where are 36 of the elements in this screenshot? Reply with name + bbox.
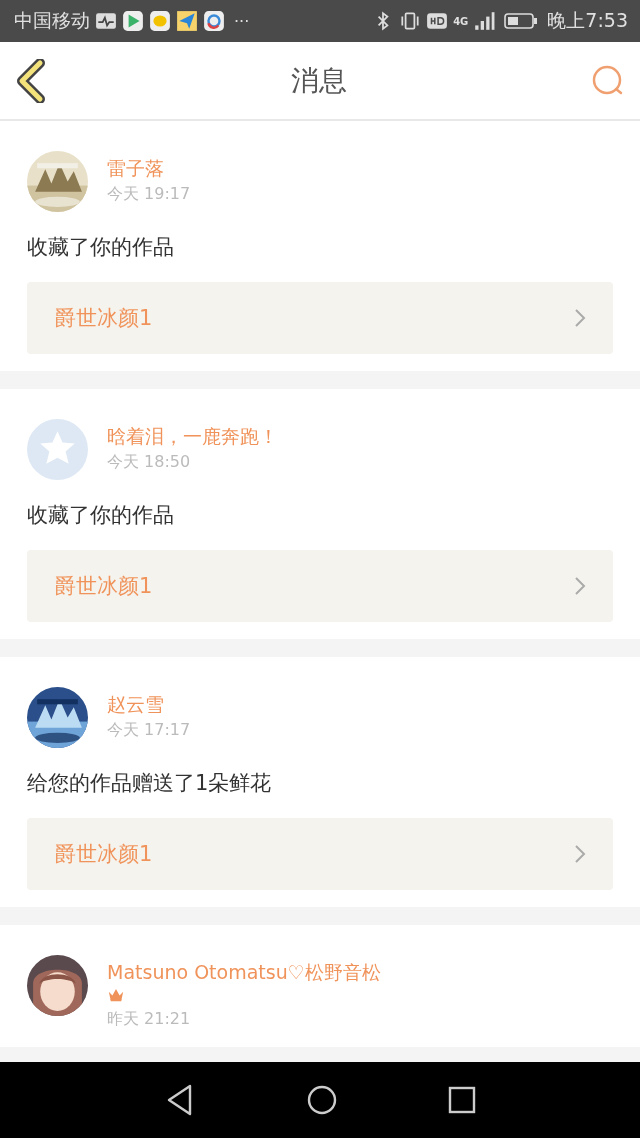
chevron-right-icon: [573, 575, 587, 597]
message-text: 给您的作品赠送了1朵鲜花: [27, 770, 273, 797]
default-avatar-icon: [27, 419, 88, 480]
clock-label: 晚上7:53: [547, 8, 628, 33]
chevron-right-icon: [573, 307, 587, 329]
home-icon[interactable]: [306, 1084, 338, 1116]
pulse-icon: [95, 10, 117, 32]
timestamp: 今天 18:50: [107, 452, 191, 473]
user-name[interactable]: 赵云雪: [107, 691, 164, 717]
user-name[interactable]: Matsuno Otomatsu♡松野音松: [107, 959, 381, 985]
timestamp: 昨天 21:21: [107, 1009, 191, 1030]
work-link[interactable]: 爵世冰颜1: [27, 818, 613, 890]
battery-icon: [504, 12, 539, 30]
timestamp: 今天 19:17: [107, 184, 191, 205]
work-link[interactable]: 爵世冰颜1: [27, 550, 613, 622]
user-name[interactable]: 雷子落: [107, 155, 164, 181]
recents-icon[interactable]: [448, 1086, 476, 1114]
chevron-right-icon: [573, 843, 587, 865]
vibrate-icon: [399, 10, 422, 32]
page-title: 消息: [291, 62, 347, 99]
message-text: 收藏了你的作品: [27, 234, 175, 261]
signal-icon: [473, 10, 496, 32]
back-icon: [16, 58, 48, 103]
back-button[interactable]: [16, 58, 48, 103]
paper-plane-icon: [176, 10, 198, 32]
work-link[interactable]: 爵世冰颜1: [27, 282, 613, 354]
user-name[interactable]: 晗着泪，一鹿奔跑！: [107, 423, 278, 449]
message-text: 收藏了你的作品: [27, 502, 175, 529]
more-notifications: ···: [234, 11, 250, 31]
chat-icon: [149, 10, 171, 32]
hd-icon: [426, 10, 449, 32]
network-type-label: 4G: [453, 15, 469, 27]
play-icon: [122, 10, 144, 32]
carrier-label: 中国移动: [14, 8, 90, 33]
timestamp: 今天 17:17: [107, 720, 191, 741]
ring-icon: [203, 10, 225, 32]
